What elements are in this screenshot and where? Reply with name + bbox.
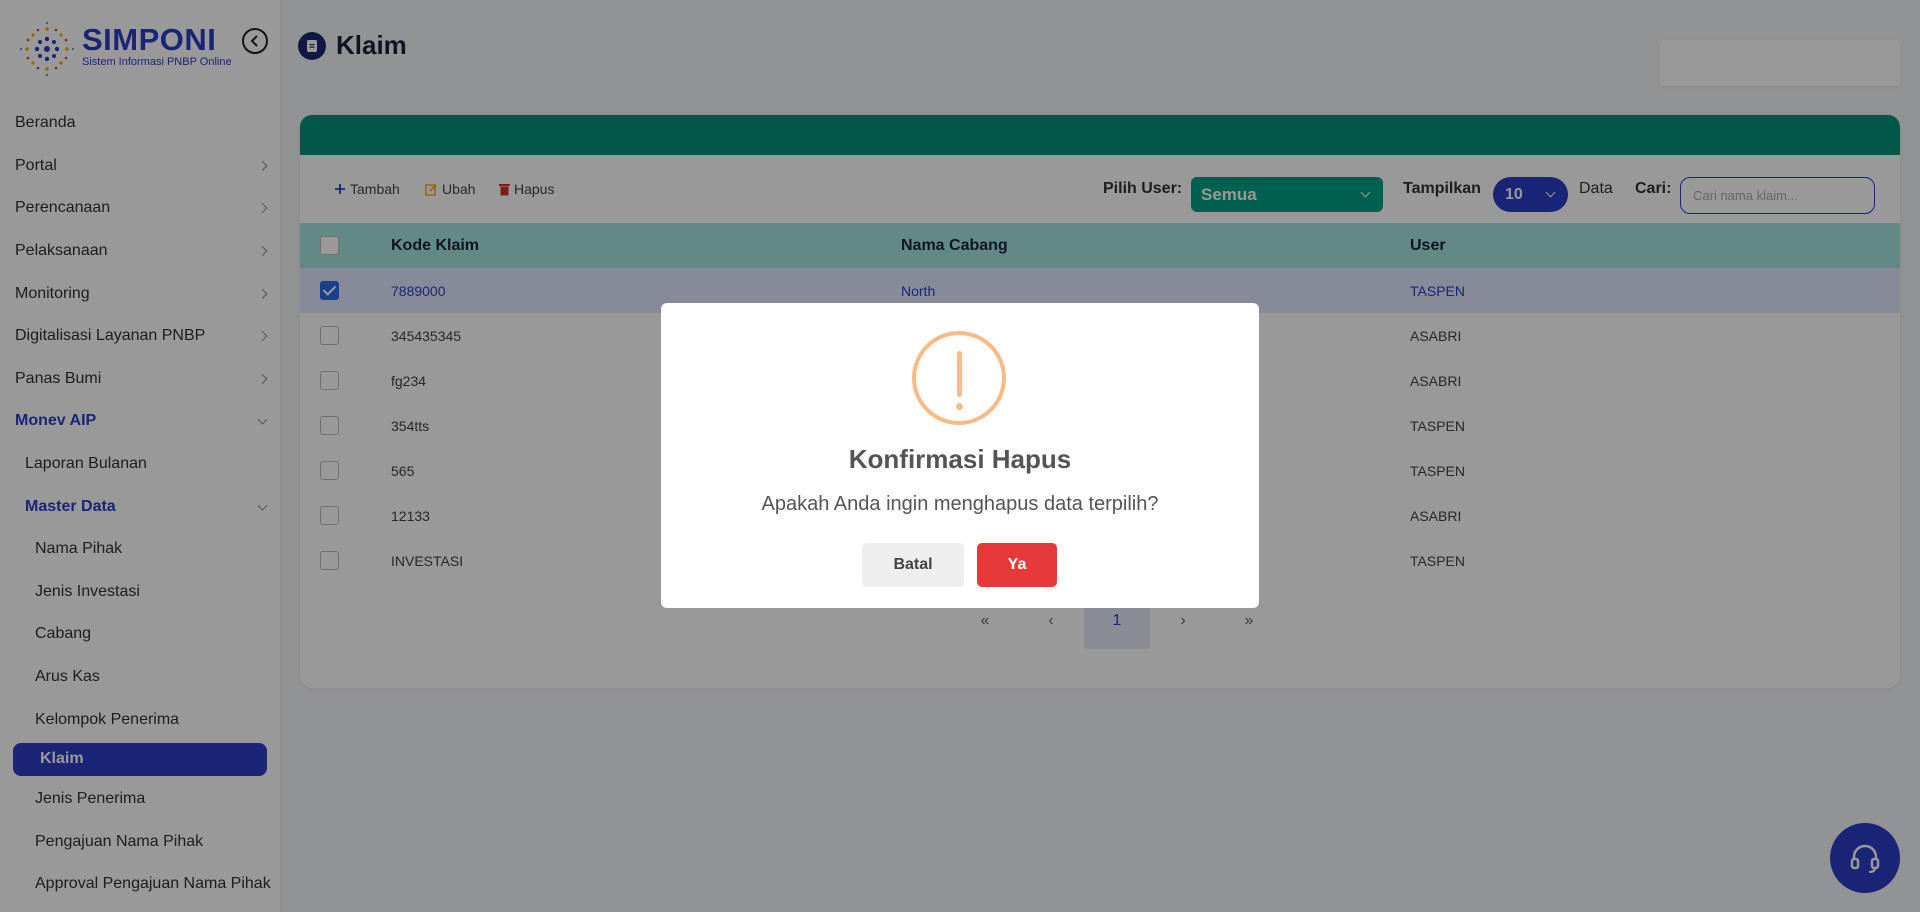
dialog-title: Konfirmasi Hapus	[848, 444, 1072, 474]
modal-overlay[interactable]: Konfirmasi Hapus Apakah Anda ingin mengh…	[0, 0, 1920, 912]
warning-icon-dot	[956, 403, 963, 410]
warning-icon	[912, 331, 1006, 425]
dialog-message: Apakah Anda ingin menghapus data terpili…	[761, 493, 1159, 515]
confirm-delete-button[interactable]: Ya	[977, 543, 1057, 587]
delete-confirm-dialog: Konfirmasi Hapus Apakah Anda ingin mengh…	[661, 303, 1259, 608]
cancel-button[interactable]: Batal	[862, 543, 964, 587]
warning-icon-bar	[957, 351, 962, 397]
